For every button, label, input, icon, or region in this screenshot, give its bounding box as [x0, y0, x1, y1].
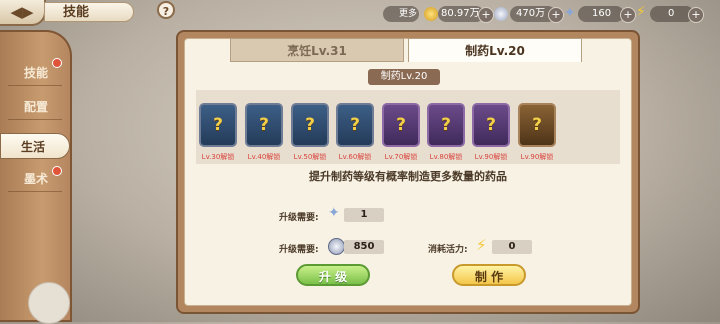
energy-bolt-icon: ⚡ — [476, 236, 487, 254]
help-button[interactable]: ? — [157, 1, 175, 19]
locked-potion-icon: ? — [305, 115, 315, 135]
energy-cost-label: 消耗活力: — [428, 245, 468, 255]
section-title: 制药Lv.20 — [368, 69, 440, 85]
unlock-level-label: Lv.60解锁 — [338, 153, 372, 161]
recipe-slot[interactable]: ? — [336, 103, 374, 147]
unlock-level-label: Lv.30解锁 — [201, 153, 235, 161]
craft-button[interactable]: 制 作 — [452, 264, 526, 286]
tab-medicine[interactable]: 制药Lv.20 — [408, 38, 582, 62]
unlock-level-label: Lv.70解锁 — [384, 153, 418, 161]
locked-potion-icon: ? — [259, 115, 269, 135]
notification-badge — [52, 166, 62, 176]
upgrade-need-label: 升级需要: — [279, 213, 319, 223]
recipe-slot[interactable]: ? — [382, 103, 420, 147]
unlock-level-label: Lv.50解锁 — [293, 153, 327, 161]
description-text: 提升制药等级有概率制造更多数量的药品 — [309, 170, 507, 183]
upgrade-button[interactable]: 升 级 — [296, 264, 370, 286]
energy-bolt-icon: ⚡ — [636, 4, 646, 20]
crystal-icon: ✦ — [328, 205, 340, 221]
gold-coin-icon — [424, 7, 438, 21]
silver-coin-icon — [494, 7, 508, 21]
sidebar-item-life[interactable]: 生活 — [0, 133, 70, 159]
add-gold-button[interactable]: + — [478, 7, 494, 23]
gem-amount: 160 — [578, 6, 624, 22]
locked-potion-icon: ? — [350, 115, 360, 135]
energy-cost-value: 0 — [492, 240, 532, 254]
unlock-level-label: Lv.90解锁 — [474, 153, 508, 161]
recipe-slot[interactable]: ? — [427, 103, 465, 147]
back-button[interactable]: ◀▶ — [0, 0, 46, 26]
unlock-level-label: Lv.80解锁 — [429, 153, 463, 161]
page-title: 技能 — [44, 2, 134, 22]
upgrade-need-label: 升级需要: — [279, 245, 319, 255]
add-gem-button[interactable]: + — [620, 7, 636, 23]
more-resources[interactable]: 更多 — [383, 6, 419, 22]
back-arrow-icon: ◀▶ — [10, 3, 34, 21]
locked-potion-icon: ? — [396, 115, 406, 135]
locked-potion-icon: ? — [441, 115, 451, 135]
notification-badge — [52, 58, 62, 68]
recipe-slot[interactable]: ? — [291, 103, 329, 147]
crystal-icon: ✦ — [564, 5, 576, 21]
add-silver-button[interactable]: + — [548, 7, 564, 23]
recipe-slot[interactable]: ? — [518, 103, 556, 147]
recipe-slot[interactable]: ? — [199, 103, 237, 147]
recipe-slot[interactable]: ? — [472, 103, 510, 147]
recipe-slot[interactable]: ? — [245, 103, 283, 147]
locked-potion-icon: ? — [532, 115, 542, 135]
sidebar-item-config[interactable]: 配置 — [8, 94, 62, 120]
upgrade-silver-cost: 850 — [344, 240, 384, 254]
add-energy-button[interactable]: + — [688, 7, 704, 23]
unlock-level-label: Lv.90解锁 — [520, 153, 554, 161]
floating-menu-button[interactable] — [28, 282, 70, 324]
silver-coin-icon — [328, 238, 345, 255]
tab-cooking[interactable]: 烹饪Lv.31 — [230, 38, 404, 62]
unlock-level-label: Lv.40解锁 — [247, 153, 281, 161]
upgrade-crystal-cost: 1 — [344, 208, 384, 222]
locked-potion-icon: ? — [213, 115, 223, 135]
locked-potion-icon: ? — [486, 115, 496, 135]
